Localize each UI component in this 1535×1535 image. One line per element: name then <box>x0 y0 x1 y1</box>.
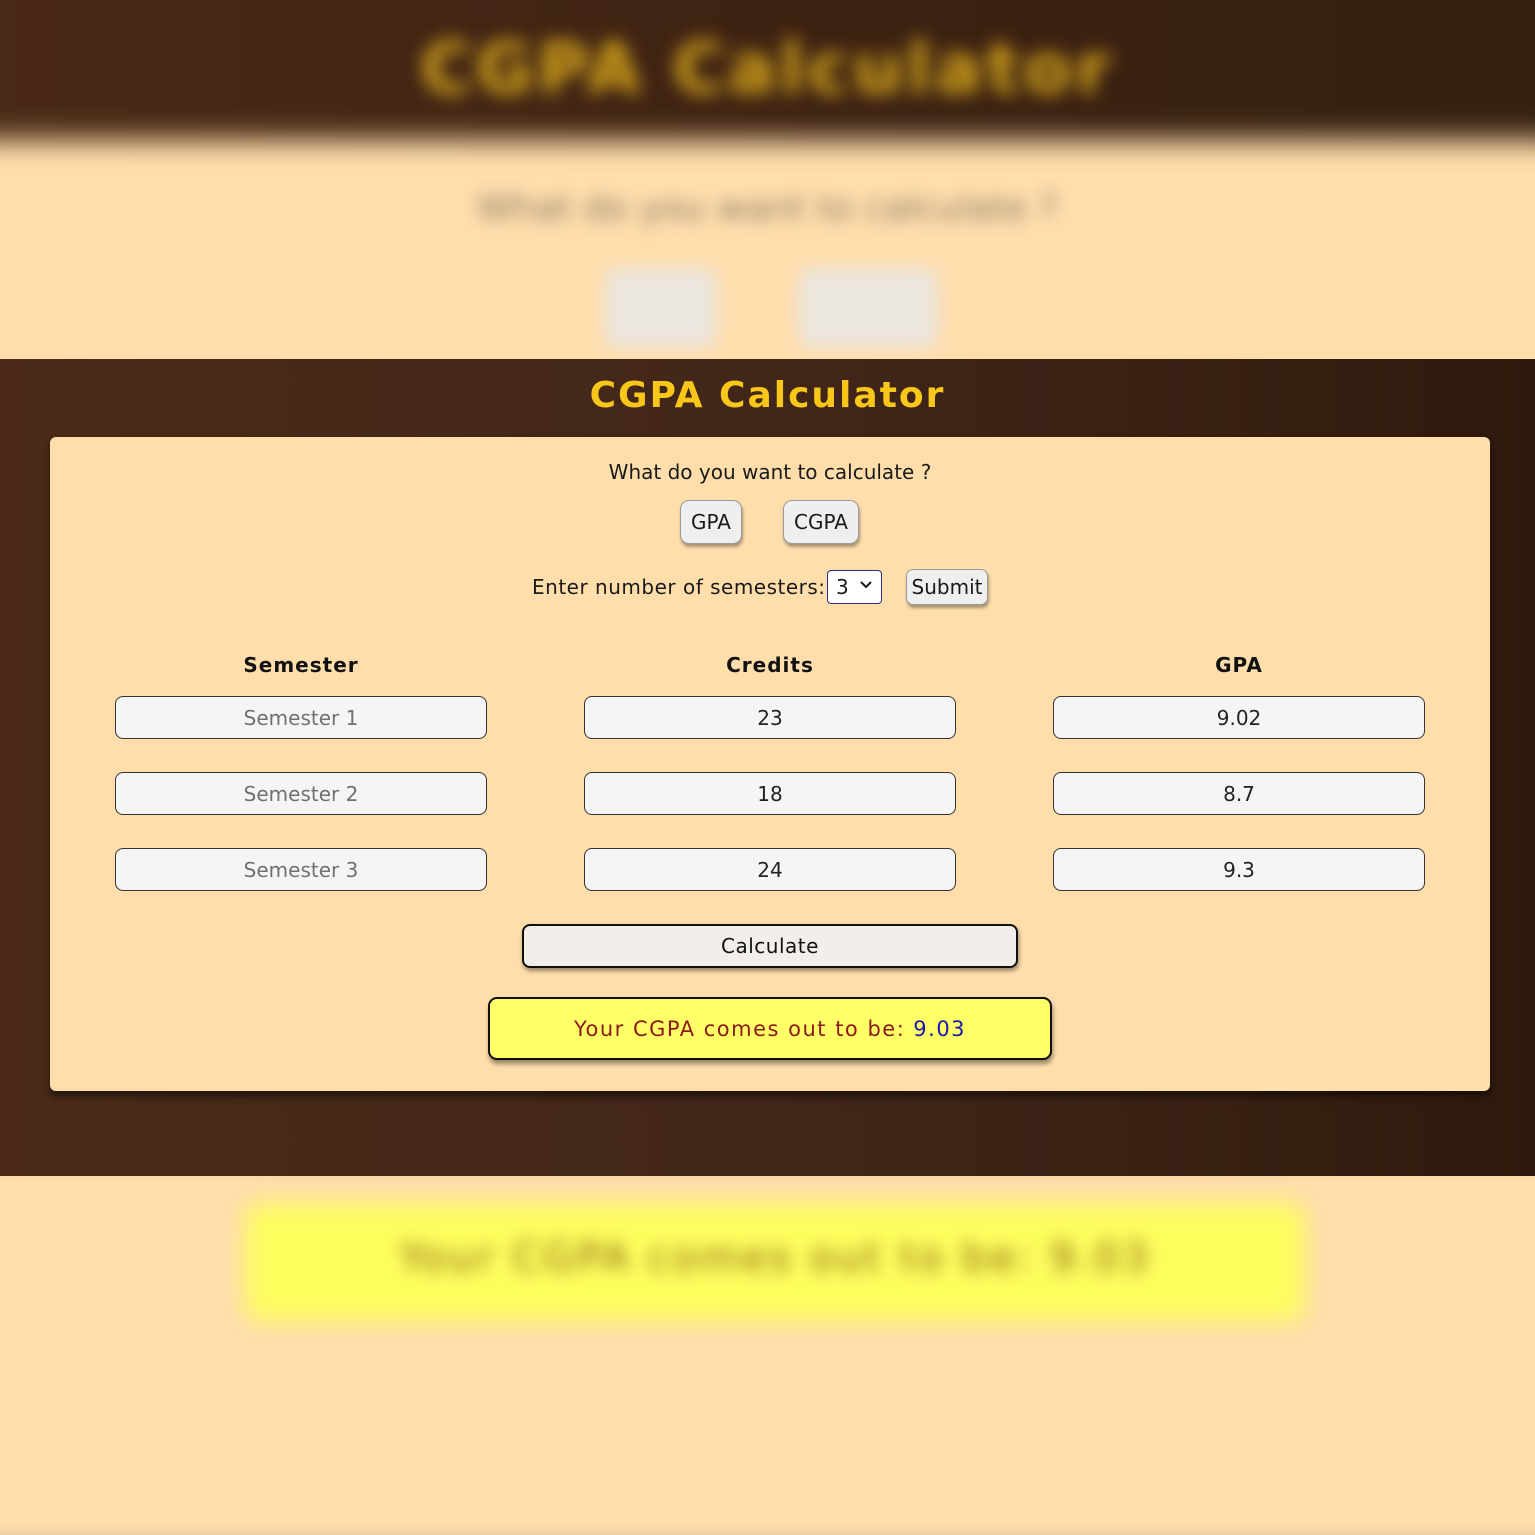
calculate-question: What do you want to calculate ? <box>608 460 932 484</box>
submit-button[interactable]: Submit <box>906 569 988 605</box>
background-result-value: 9.03 <box>1049 1235 1151 1281</box>
background-page-top: CGPA Calculator What do you want to calc… <box>0 0 1535 360</box>
semester-3-field[interactable]: Semester 3 <box>115 848 487 891</box>
semester-1-gpa-field[interactable]: 9.02 <box>1053 696 1425 739</box>
background-page-bottom: Your CGPA comes out to be: 9.03 <box>0 1175 1535 1535</box>
result-value: 9.03 <box>913 1016 967 1041</box>
column-header-semester: Semester <box>243 653 359 677</box>
modal-title: CGPA Calculator <box>589 375 946 416</box>
calculate-button[interactable]: Calculate <box>522 924 1018 968</box>
semester-count-value: 3 <box>836 575 849 599</box>
result-box: Your CGPA comes out to be: 9.03 <box>488 997 1052 1060</box>
column-header-gpa: GPA <box>1215 653 1263 677</box>
semester-2-credits-field[interactable]: 18 <box>584 772 956 815</box>
gpa-mode-button[interactable]: GPA <box>680 500 742 544</box>
result-label: Your CGPA comes out to be: <box>573 1016 906 1041</box>
cgpa-mode-button[interactable]: CGPA <box>783 500 859 544</box>
background-question: What do you want to calculate ? <box>477 188 1058 229</box>
background-cgpa-button <box>798 268 938 348</box>
semester-2-gpa-field[interactable]: 8.7 <box>1053 772 1425 815</box>
semester-1-field[interactable]: Semester 1 <box>115 696 487 739</box>
background-page-title: CGPA Calculator <box>420 28 1115 110</box>
semester-3-credits-field[interactable]: 24 <box>584 848 956 891</box>
semester-1-credits-field[interactable]: 23 <box>584 696 956 739</box>
semester-count-select[interactable]: 3 <box>827 570 882 604</box>
calculator-card: What do you want to calculate ? GPA CGPA… <box>50 437 1490 1091</box>
semester-3-gpa-field[interactable]: 9.3 <box>1053 848 1425 891</box>
modal-overlay: CGPA Calculator What do you want to calc… <box>0 359 1535 1176</box>
semester-count-label: Enter number of semesters: <box>532 575 826 599</box>
background-gpa-button <box>605 268 717 348</box>
background-result-label: Your CGPA comes out to be: <box>399 1235 1035 1281</box>
chevron-down-icon <box>859 577 873 595</box>
semester-2-field[interactable]: Semester 2 <box>115 772 487 815</box>
background-result-text: Your CGPA comes out to be: 9.03 <box>245 1235 1305 1281</box>
column-header-credits: Credits <box>726 653 814 677</box>
